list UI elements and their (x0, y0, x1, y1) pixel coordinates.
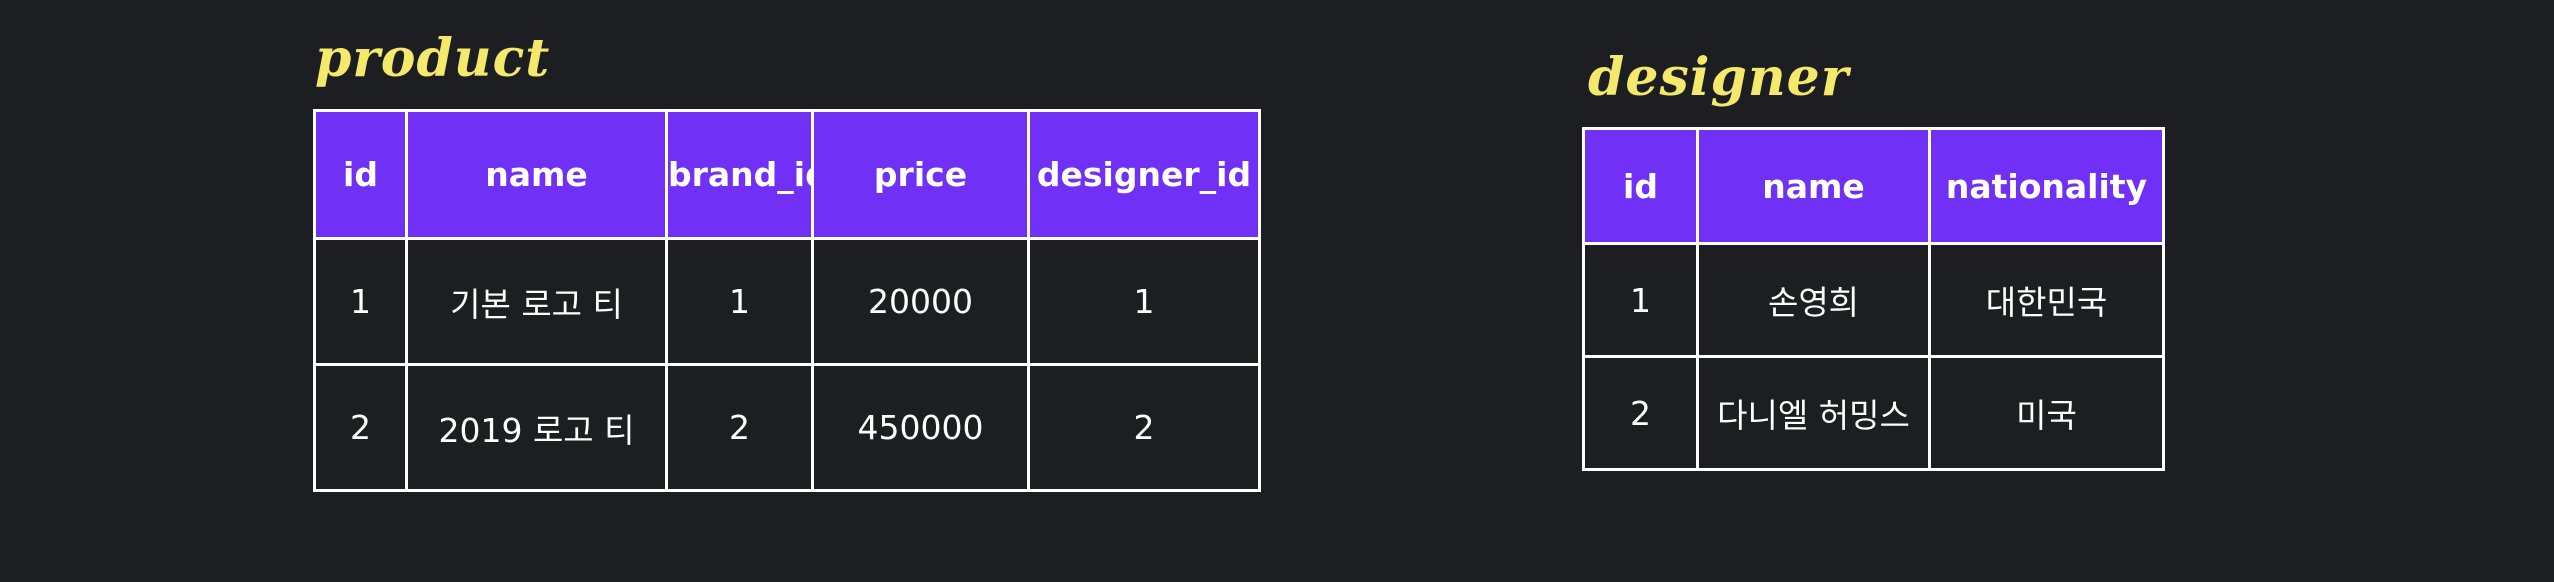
table-cell: 1 (313, 237, 408, 366)
column-header-id: id (313, 109, 408, 240)
column-header-price: price (811, 109, 1030, 240)
table-cell: 2 (665, 363, 814, 492)
table-row: 2 2019 로고 티 2 450000 2 (313, 363, 1261, 492)
table-cell: 2 (1582, 355, 1699, 471)
table-header-row: id name brand_id price designer_id (313, 109, 1261, 240)
designer-table: id name nationality 1 손영희 대한민국 2 다니엘 허밍스… (1582, 127, 2165, 471)
product-table: id name brand_id price designer_id 1 기본 … (313, 109, 1261, 492)
table-cell: 대한민국 (1928, 242, 2165, 358)
table-cell: 2 (313, 363, 408, 492)
table-cell: 2019 로고 티 (405, 363, 668, 492)
table-cell: 기본 로고 티 (405, 237, 668, 366)
column-header-id: id (1582, 127, 1699, 245)
table-row: 1 손영희 대한민국 (1582, 242, 2165, 358)
table-cell: 1 (665, 237, 814, 366)
table-header-row: id name nationality (1582, 127, 2165, 245)
designer-table-title: designer (1588, 47, 1850, 108)
table-row: 2 다니엘 허밍스 미국 (1582, 355, 2165, 471)
column-header-name: name (405, 109, 668, 240)
column-header-nationality: nationality (1928, 127, 2165, 245)
table-cell: 다니엘 허밍스 (1696, 355, 1931, 471)
table-cell: 손영희 (1696, 242, 1931, 358)
table-row: 1 기본 로고 티 1 20000 1 (313, 237, 1261, 366)
table-cell: 1 (1582, 242, 1699, 358)
table-cell: 2 (1027, 363, 1261, 492)
product-table-title: product (315, 28, 551, 89)
table-cell: 미국 (1928, 355, 2165, 471)
column-header-designer-id: designer_id (1027, 109, 1261, 240)
table-cell: 20000 (811, 237, 1030, 366)
table-cell: 450000 (811, 363, 1030, 492)
column-header-name: name (1696, 127, 1931, 245)
table-cell: 1 (1027, 237, 1261, 366)
column-header-brand-id: brand_id (665, 109, 814, 240)
